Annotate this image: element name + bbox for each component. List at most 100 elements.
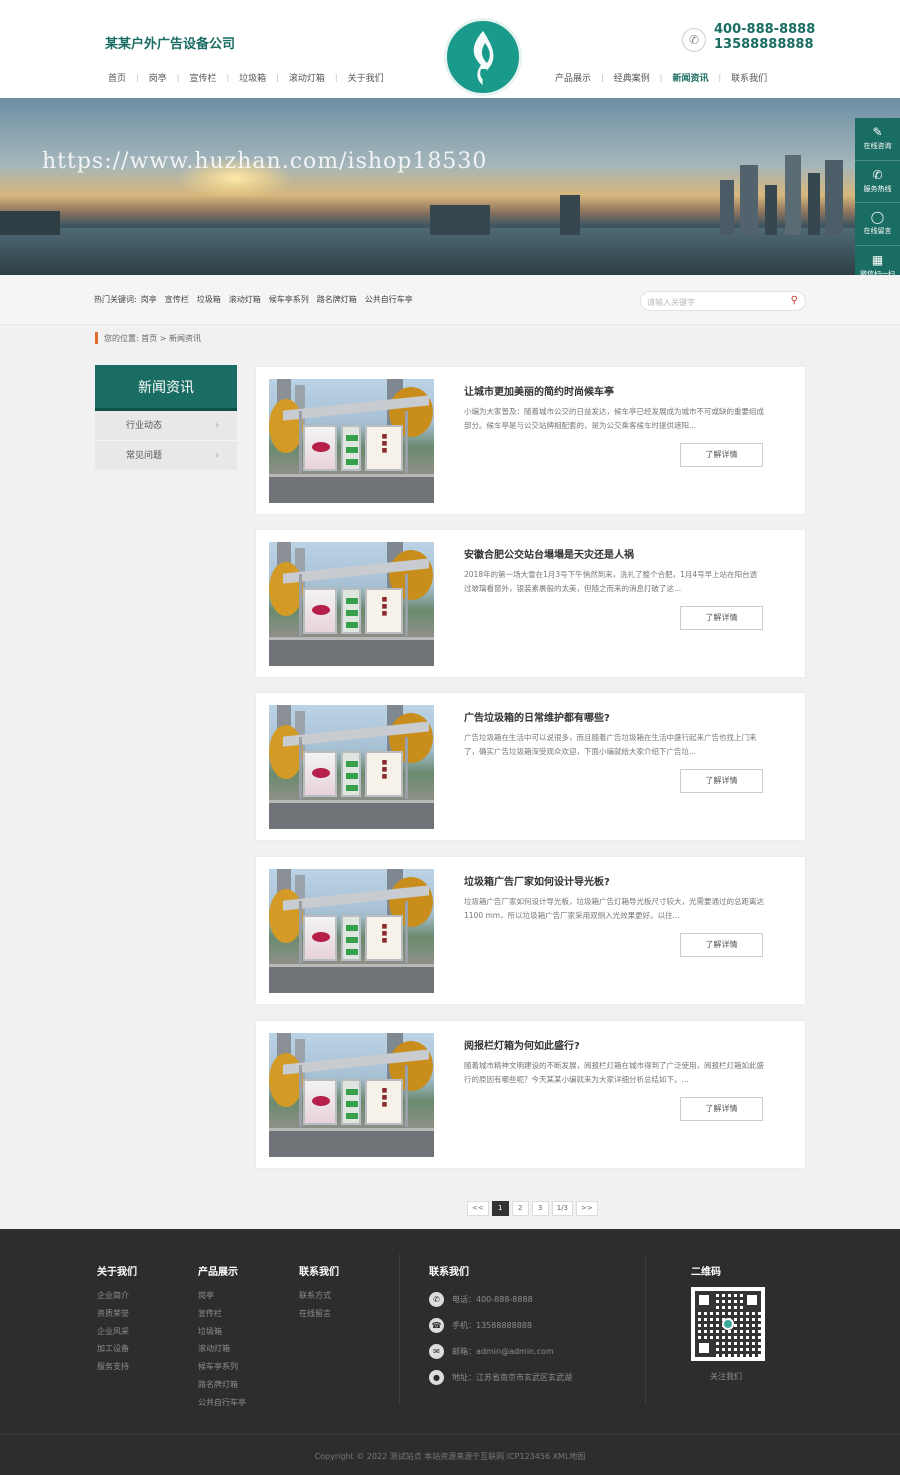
banner-building [808,173,820,235]
nav-home[interactable]: 首页 [108,71,126,84]
float-online-consult[interactable]: ✎ 在线咨询 [855,118,900,161]
footer-link[interactable]: 在线留言 [299,1305,339,1323]
nav-products[interactable]: 产品展示 [555,71,591,84]
thumb-ad-panel: ■■■ [365,915,403,961]
thumb-ad-panel: ■■■ [365,751,403,797]
thumb-ad-panel [303,425,337,471]
news-item[interactable]: ■■■ 安徽合肥公交站台塌塌是天灾还是人祸 2018年的第一场大雪在1月3号下午悄然… [255,529,806,678]
thumb-ad-graphic [312,605,330,615]
read-more-button[interactable]: 了解详情 [680,769,763,793]
contact-text[interactable]: 邮箱：admin@admin.com [452,1346,554,1357]
footer-link[interactable]: 垃圾箱 [198,1323,246,1341]
thumb-ad-graphic [346,773,358,779]
footer-link[interactable]: 联系方式 [299,1287,339,1305]
nav-about[interactable]: 关于我们 [348,71,384,84]
hot-keyword[interactable]: 公共自行车亭 [365,294,413,305]
chevron-right-icon: › [215,450,219,461]
read-more-button[interactable]: 了解详情 [680,443,763,467]
search-icon[interactable]: ⚲ [791,295,798,306]
search-box[interactable]: 请输入关键字 ⚲ [640,291,806,311]
hot-keyword[interactable]: 路名牌灯箱 [317,294,357,305]
float-online-message[interactable]: ◯ 在线留言 [855,203,900,246]
news-thumbnail[interactable]: ■■■ [269,542,434,666]
footer-link[interactable]: 企业风采 [97,1323,137,1341]
footer-col-title: 二维码 [691,1267,721,1278]
footer-link[interactable]: 宣传栏 [198,1305,246,1323]
nav-cases[interactable]: 经典案例 [614,71,650,84]
news-title[interactable]: 安徽合肥公交站台塌塌是天灾还是人祸 [464,546,634,561]
read-more-button[interactable]: 了解详情 [680,1097,763,1121]
thumb-ad-graphic [346,447,358,453]
news-title[interactable]: 垃圾箱广告厂家如何设计导光板? [464,873,610,888]
page-last[interactable]: >> [576,1201,598,1216]
thumb-ad-panel [303,1079,337,1125]
banner-building [0,211,60,235]
nav-board[interactable]: 宣传栏 [189,71,216,84]
page-indicator: 1/3 [551,1201,573,1216]
logo-icon[interactable] [444,18,522,96]
news-title[interactable]: 让城市更加美丽的简约时尚候车亭 [464,383,614,398]
sidebar-item-faq[interactable]: 常见问题 › [95,441,237,471]
float-service-hotline[interactable]: ✆ 服务热线 [855,161,900,203]
read-more-button[interactable]: 了解详情 [680,606,763,630]
hot-keyword[interactable]: 岗亭 [141,294,157,305]
breadcrumb-text[interactable]: 您的位置: 首页 > 新闻资讯 [104,333,201,344]
nav-kiosk[interactable]: 岗亭 [149,71,167,84]
hot-keyword[interactable]: 候车亭系列 [269,294,309,305]
news-item[interactable]: ■■■ 让城市更加美丽的简约时尚候车亭 小编为大家普及：随着城市公交的日益发达，候车… [255,366,806,515]
thumb-road [269,803,434,829]
float-label: 在线咨询 [863,142,892,151]
contact-row: ● 地址：江苏省南京市玄武区玄武湖 [429,1364,572,1390]
hot-keywords: 热门关键词: 岗亭 宣传栏 垃圾箱 滚动灯箱 候车亭系列 路名牌灯箱 公共自行车… [94,294,421,305]
hot-keyword[interactable]: 滚动灯箱 [229,294,261,305]
footer-link[interactable]: 服务支持 [97,1358,137,1376]
footer-link[interactable]: 企业简介 [97,1287,137,1305]
news-item[interactable]: ■■■ 垃圾箱广告厂家如何设计导光板? 垃圾箱广告厂家如何设计导光板，垃圾箱广告灯箱… [255,856,806,1005]
thumb-ad-graphic [346,925,358,931]
news-item[interactable]: ■■■ 阅报栏灯箱为何如此盛行? 随着城市精神文明建设的不断发展，阅报栏灯箱在城市得… [255,1020,806,1169]
telephone-icon: ☎ [429,1317,444,1333]
news-title[interactable]: 广告垃圾箱的日常维护都有哪些? [464,709,610,724]
mail-icon: ✉ [429,1343,444,1359]
footer-link[interactable]: 滚动灯箱 [198,1340,246,1358]
thumb-post [405,574,408,636]
footer-link[interactable]: 岗亭 [198,1287,246,1305]
thumb-ad-panel [303,588,337,634]
contact-text: 手机：13588888888 [452,1320,532,1330]
nav-contact[interactable]: 联系我们 [731,71,767,84]
hot-keyword[interactable]: 垃圾箱 [197,294,221,305]
footer-link[interactable]: 加工设备 [97,1340,137,1358]
thumb-ad-graphic: ■■■ [381,923,388,944]
page-number[interactable]: 3 [531,1201,549,1216]
nav-scroll-lightbox[interactable]: 滚动灯箱 [289,71,325,84]
news-item[interactable]: ■■■ 广告垃圾箱的日常维护都有哪些? 广告垃圾箱在生活中可以说很多，而且随着广告垃… [255,692,806,841]
page-number[interactable]: 2 [511,1201,529,1216]
page-first[interactable]: << [467,1201,489,1216]
hot-keyword[interactable]: 宣传栏 [165,294,189,305]
footer-link[interactable]: 公共自行车亭 [198,1394,246,1412]
footer-link[interactable]: 资质荣誉 [97,1305,137,1323]
sidebar-item-industry[interactable]: 行业动态 › [95,411,237,441]
float-label: 在线留言 [863,227,892,236]
nav-separator: | [659,73,663,82]
thumb-ad-graphic [312,1096,330,1106]
message-icon: ◯ [870,210,885,225]
thumb-ad-graphic [346,949,358,955]
hero-banner: https://www.huzhan.com/ishop18530 [0,98,900,275]
footer-link[interactable]: 路名牌灯箱 [198,1376,246,1394]
phone-icon: ✆ [429,1291,444,1307]
news-thumbnail[interactable]: ■■■ [269,1033,434,1157]
news-thumbnail[interactable]: ■■■ [269,379,434,503]
footer-link[interactable]: 候车亭系列 [198,1358,246,1376]
page-number[interactable]: 1 [491,1201,509,1216]
nav-news[interactable]: 新闻资讯 [672,71,708,84]
company-name[interactable]: 某某户外广告设备公司 [105,33,235,52]
nav-trash-bin[interactable]: 垃圾箱 [239,71,266,84]
search-input[interactable]: 请输入关键字 [647,297,695,308]
news-title[interactable]: 阅报栏灯箱为何如此盛行? [464,1037,580,1052]
news-thumbnail[interactable]: ■■■ [269,869,434,993]
site-header: 某某户外广告设备公司 ✆ 400-888-8888 13588888888 首页… [0,0,900,98]
news-thumbnail[interactable]: ■■■ [269,705,434,829]
read-more-button[interactable]: 了解详情 [680,933,763,957]
footer-qr-col: 二维码 [691,1263,721,1287]
